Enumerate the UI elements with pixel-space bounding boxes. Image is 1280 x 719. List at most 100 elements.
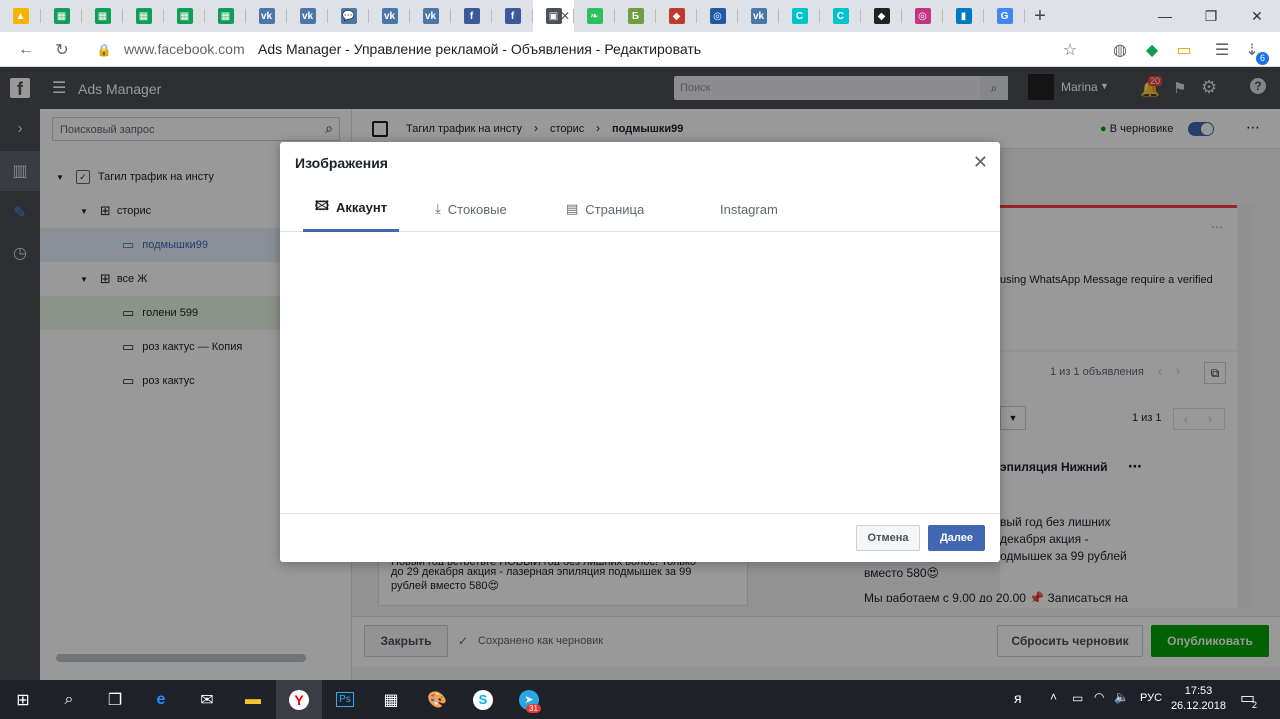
browser-tab[interactable]: ▦ — [41, 0, 82, 32]
people-icon[interactable]: ᴙ — [1014, 690, 1022, 706]
ps-glyph: Ps — [336, 692, 354, 707]
notif-count-badge: 2 — [1252, 700, 1258, 710]
tab-label: Страница — [585, 201, 645, 217]
page-icon: ▤ — [566, 201, 579, 216]
url-domain[interactable]: www.facebook.com — [124, 41, 245, 57]
edge-icon[interactable]: e — [138, 680, 184, 719]
mail-icon[interactable]: ✉ — [184, 680, 230, 719]
browser-tab[interactable]: vk — [246, 0, 287, 32]
facebook-icon: f — [504, 8, 521, 24]
instagram-icon: ◎ — [914, 8, 931, 24]
minimize-button[interactable]: — — [1142, 0, 1188, 32]
calculator-icon[interactable]: ▦ — [368, 680, 414, 719]
browser-tab[interactable]: G — [984, 0, 1025, 32]
sheets-icon: ▦ — [53, 8, 70, 24]
folder-icon[interactable]: ▬ — [230, 680, 276, 719]
windows-taskbar: ⊞ ⌕ ❐ e ✉ ▬ Y Ps ▦ 🎨 S ➤ 31 ᴙ ˄ ▭ ◠ 🔈 РУ… — [0, 680, 1280, 719]
trello-icon: ▮ — [955, 8, 972, 24]
tab-label: Стоковые — [447, 201, 507, 217]
google-icon: G — [996, 8, 1013, 24]
browser-tab[interactable]: 💬 — [328, 0, 369, 32]
language-indicator[interactable]: РУС — [1140, 692, 1162, 704]
clock[interactable]: 17:53 26.12.2018 — [1171, 684, 1226, 714]
sheets-icon: ▦ — [217, 8, 234, 24]
battery-extension-icon[interactable]: ▭ — [1172, 38, 1196, 62]
browser-tab[interactable]: C — [820, 0, 861, 32]
wifi-icon[interactable]: ◠ — [1094, 690, 1104, 704]
new-tab-button[interactable]: + — [1025, 0, 1055, 32]
browser-tab[interactable]: vk — [369, 0, 410, 32]
notes-extension-icon[interactable]: ☰ — [1210, 38, 1234, 62]
sheets-icon: ▦ — [94, 8, 111, 24]
close-icon[interactable]: ✕ — [973, 152, 988, 173]
browser-tab[interactable]: ❧ — [574, 0, 615, 32]
browser-tab[interactable]: ▮ — [943, 0, 984, 32]
browser-toolbar: ← ↻ 🔒 www.facebook.com Ads Manager - Упр… — [0, 32, 1280, 67]
extension-badge: 6 — [1256, 52, 1269, 65]
url-page-title[interactable]: Ads Manager - Управление рекламой - Объя… — [258, 41, 701, 57]
chevron-up-icon[interactable]: ˄ — [1050, 690, 1057, 704]
back-button[interactable]: ← — [14, 38, 38, 62]
browser-tab[interactable]: f — [451, 0, 492, 32]
search-icon[interactable]: ⌕ — [46, 680, 92, 719]
browser-tab[interactable]: f — [492, 0, 533, 32]
reload-button[interactable]: ↻ — [50, 38, 74, 62]
photoshop-icon[interactable]: Ps — [322, 680, 368, 719]
tab-label: Instagram — [720, 201, 778, 217]
next-button[interactable]: Далее — [928, 525, 985, 551]
restore-button[interactable]: ❐ — [1188, 0, 1234, 32]
dialog-tabs: 🖾 Аккаунт ⤓ Стоковые ▤ Страница Instagra… — [280, 186, 1000, 232]
facebook-icon: f — [463, 8, 480, 24]
tab-label: Аккаунт — [336, 200, 388, 215]
browser-tab[interactable]: ▦ — [205, 0, 246, 32]
browser-tab[interactable]: ▦ — [123, 0, 164, 32]
browser-tab[interactable]: ▦ — [164, 0, 205, 32]
browser-tab[interactable]: ◆ — [861, 0, 902, 32]
browser-tab[interactable]: vk — [410, 0, 451, 32]
cancel-button[interactable]: Отмена — [856, 525, 920, 551]
tab-stock[interactable]: ⤓ Стоковые — [435, 186, 507, 232]
chat-icon: 💬 — [340, 8, 357, 24]
vk-icon: vk — [750, 8, 767, 24]
browser-tab[interactable]: ▦ — [82, 0, 123, 32]
battery-icon[interactable]: ▭ — [1072, 691, 1083, 705]
extension-icon[interactable]: ◆ — [1140, 38, 1164, 62]
telegram-icon[interactable]: ➤ — [506, 680, 552, 719]
task-view-icon[interactable]: ❐ — [92, 680, 138, 719]
browser-tab[interactable]: ▣ ✕ — [533, 0, 574, 32]
close-window-button[interactable]: ✕ — [1234, 0, 1280, 32]
browser-tab[interactable]: vk — [738, 0, 779, 32]
yandex-browser-icon[interactable]: Y — [276, 680, 322, 719]
globe-icon: ◎ — [709, 8, 726, 24]
canva-icon: C — [791, 8, 808, 24]
bookmark-star-icon[interactable]: ☆ — [1058, 38, 1082, 62]
skype-icon[interactable]: S — [460, 680, 506, 719]
paint-icon[interactable]: 🎨 — [414, 680, 460, 719]
volume-icon[interactable]: 🔈 — [1114, 690, 1129, 704]
evernote-icon: ❧ — [586, 8, 603, 24]
tab-account[interactable]: 🖾 Аккаунт — [303, 186, 399, 232]
tab-list: ▲ ▦ ▦ ▦ ▦ ▦ vk vk 💬 vk vk f f ▣ ✕ ❧ Б ◆ ◎ vk C C ◆ ◎ ▮ G — [0, 0, 1025, 32]
tab-instagram[interactable]: Instagram — [720, 186, 778, 232]
browser-tab[interactable]: C — [779, 0, 820, 32]
browser-tab[interactable]: ◎ — [697, 0, 738, 32]
sheets-icon: ▦ — [176, 8, 193, 24]
diamond-icon: ◆ — [873, 8, 890, 24]
browser-tab[interactable]: ▲ — [0, 0, 41, 32]
ruble-icon: Б — [627, 8, 644, 24]
tab-page[interactable]: ▤ Страница — [566, 186, 644, 232]
tab-close-icon[interactable]: ✕ — [560, 9, 570, 23]
windows-start-icon[interactable]: ⊞ — [0, 680, 46, 719]
clock-time: 17:53 — [1184, 685, 1213, 697]
sheets-icon: ▦ — [135, 8, 152, 24]
skype-logo-icon: S — [473, 689, 493, 710]
browser-tab[interactable]: Б — [615, 0, 656, 32]
download-icon: ⤓ — [435, 201, 441, 216]
lock-icon: 🔒 — [96, 43, 112, 57]
globe-extension-icon[interactable]: ◍ — [1108, 38, 1132, 62]
browser-tab[interactable]: ◆ — [656, 0, 697, 32]
vk-icon: vk — [299, 8, 316, 24]
image-icon: 🖾 — [314, 197, 330, 213]
browser-tab[interactable]: vk — [287, 0, 328, 32]
browser-tab[interactable]: ◎ — [902, 0, 943, 32]
